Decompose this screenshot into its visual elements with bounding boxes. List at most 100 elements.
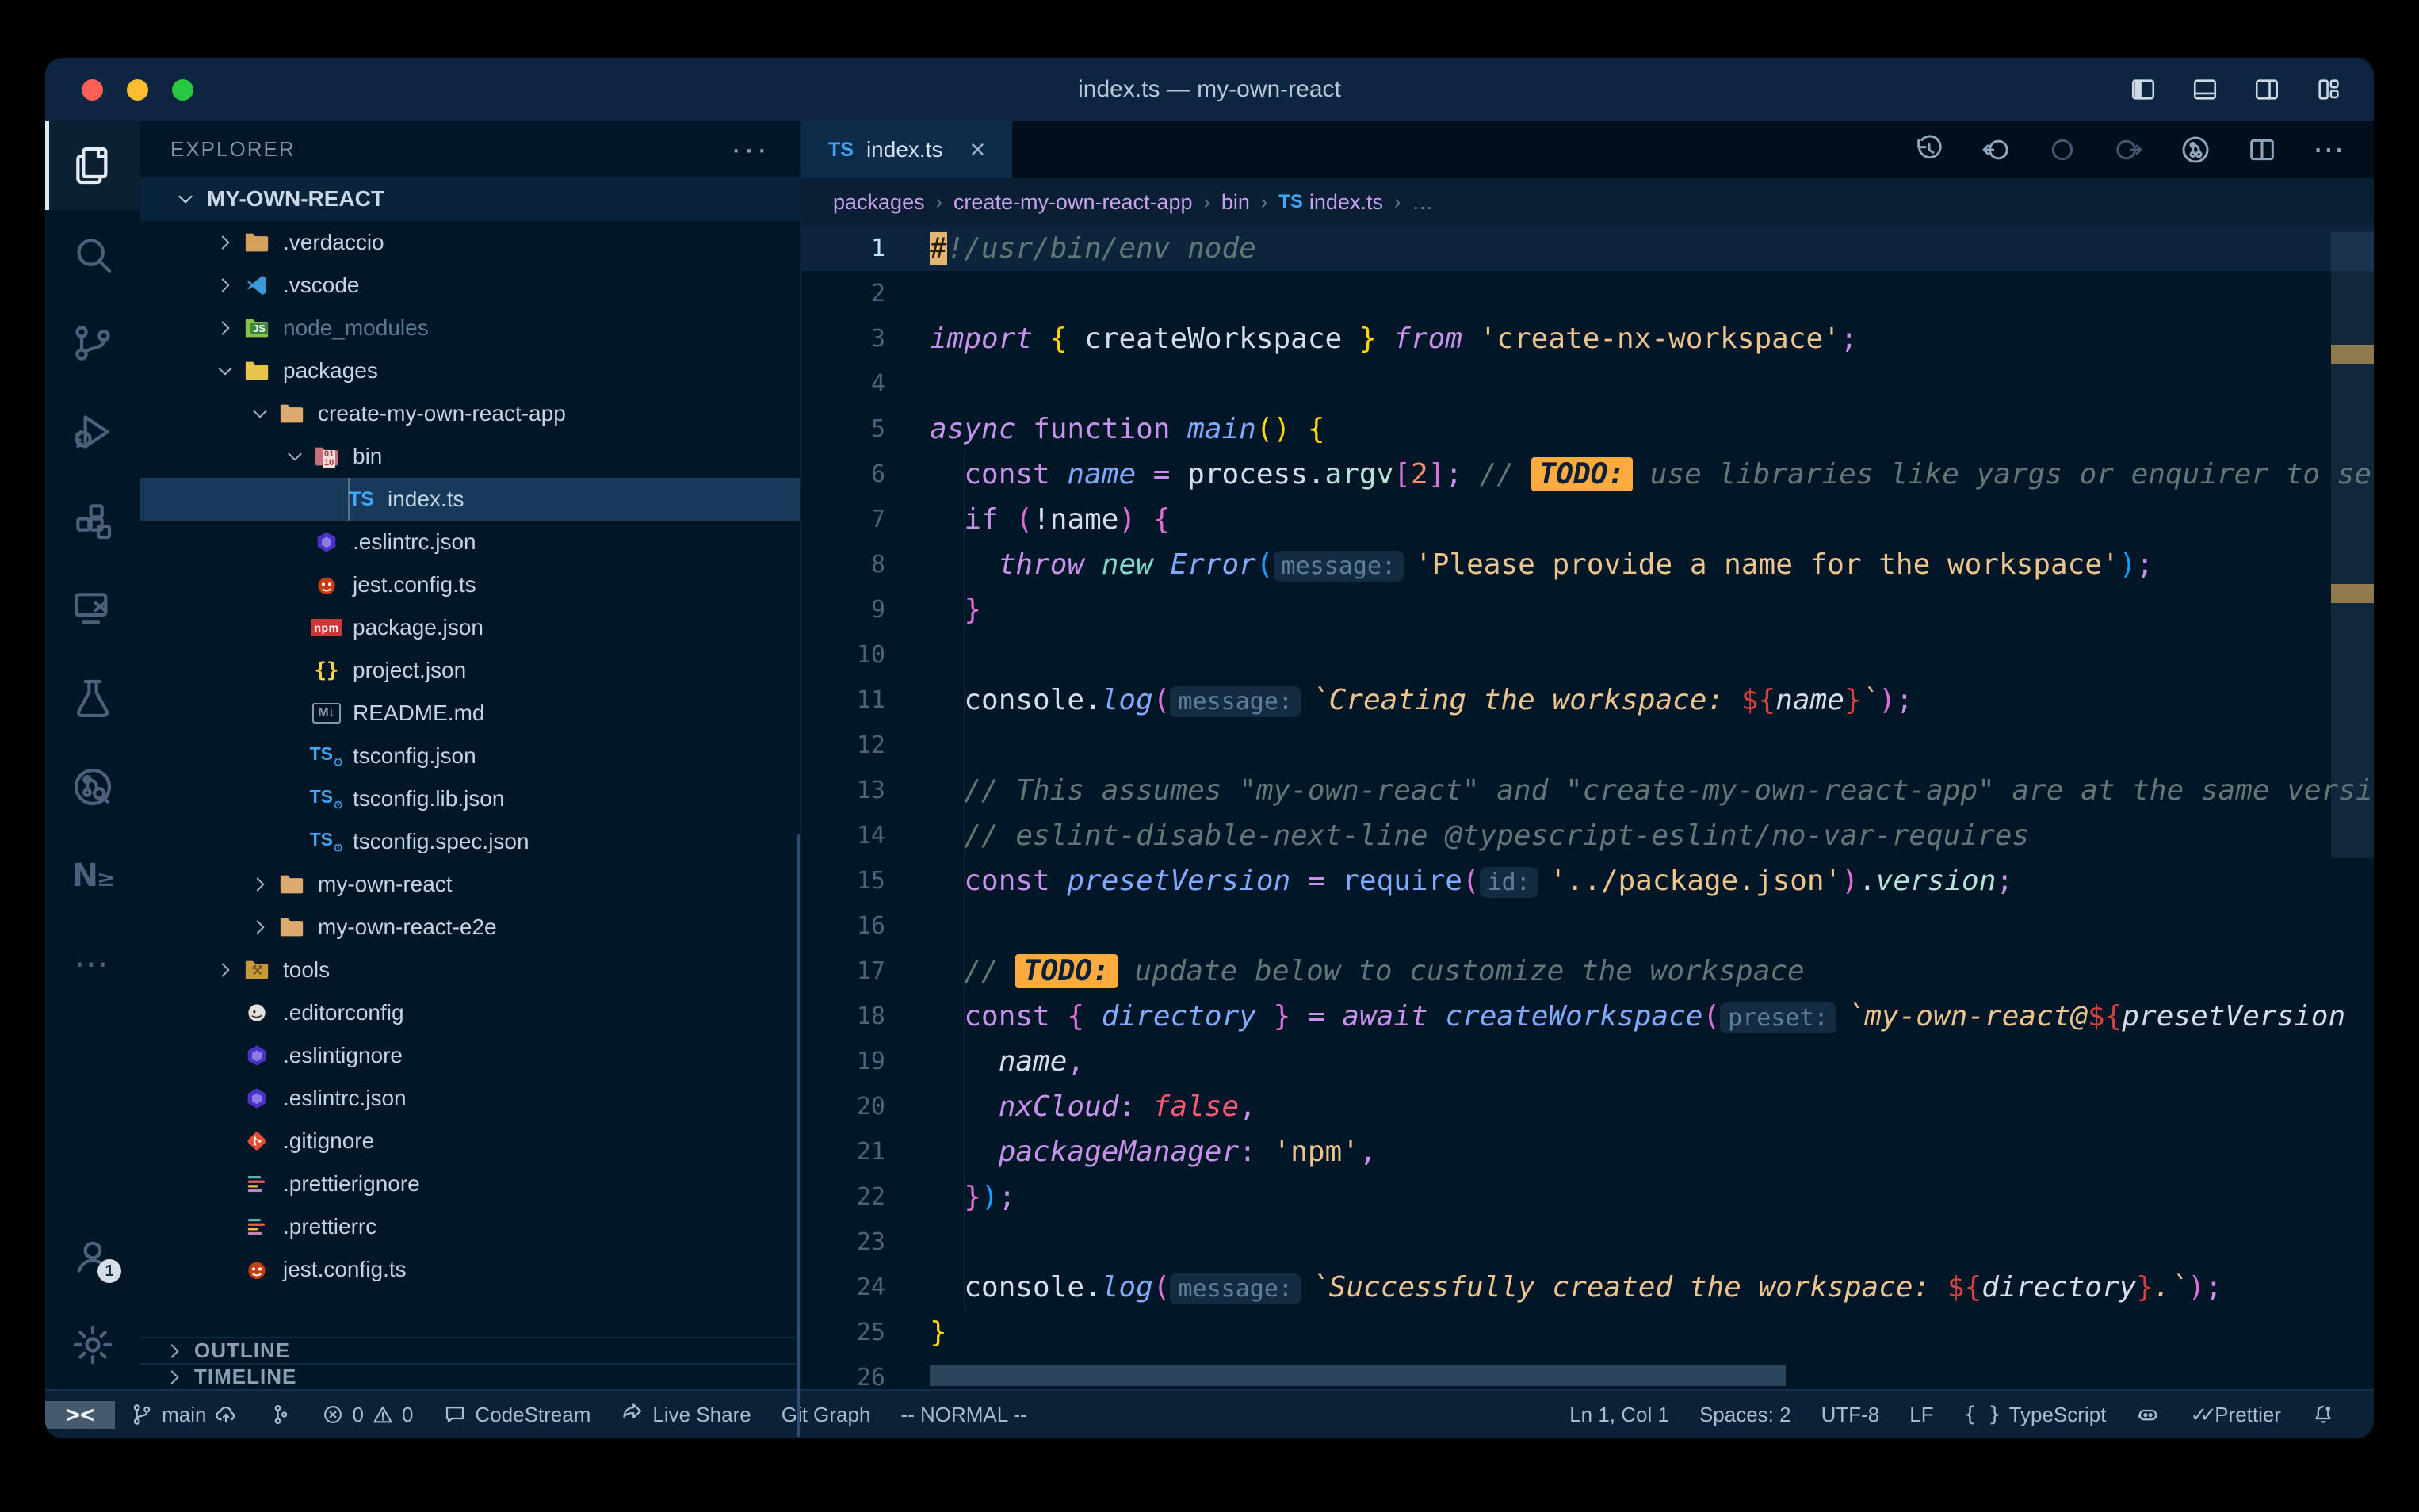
tree-item-bin[interactable]: 0110bin	[140, 435, 800, 478]
activity-bar-item-remote-explorer[interactable]	[45, 565, 140, 654]
tree-item-packages[interactable]: packages	[140, 349, 800, 392]
activity-bar-item-extensions[interactable]	[45, 476, 140, 565]
tree-item--eslintrc-json[interactable]: .eslintrc.json	[140, 1077, 800, 1120]
activity-bar-item-git-graph[interactable]	[45, 743, 140, 831]
activity-bar-item-accounts[interactable]: 1	[45, 1212, 140, 1300]
tree-item-my-own-react[interactable]: my-own-react	[140, 863, 800, 906]
extensions-icon	[71, 498, 115, 543]
prettier-status[interactable]: ✓✓ Prettier	[2175, 1391, 2296, 1438]
tree-item-package-json[interactable]: npmpackage.json	[140, 606, 800, 649]
breadcrumb-item-bin[interactable]: bin	[1221, 190, 1250, 215]
tab-index-ts[interactable]: TS index.ts ×	[801, 121, 1012, 178]
history-icon[interactable]	[1913, 134, 1945, 166]
activity-bar-item-more[interactable]: ⋯	[45, 920, 140, 1009]
sidebar-section-outline[interactable]: OUTLINE	[140, 1337, 800, 1363]
sidebar-scrollbar[interactable]	[797, 834, 800, 1437]
tree-item-jest-config-ts[interactable]: jest.config.ts	[140, 563, 800, 606]
tree-item-label: .vscode	[283, 273, 360, 298]
tree-item--vscode[interactable]: .vscode	[140, 264, 800, 307]
commits-status[interactable]	[253, 1391, 307, 1438]
folder-bin-icon: 0110	[311, 441, 342, 472]
git-graph-circle-icon[interactable]	[2180, 134, 2211, 166]
code-line-content: #!/usr/bin/env node	[885, 226, 1256, 271]
activity-bar-item-source-control[interactable]	[45, 299, 140, 388]
breadcrumb-item-create-my-own-react-app[interactable]: create-my-own-react-app	[953, 190, 1193, 215]
tree-item-my-own-react-e2e[interactable]: my-own-react-e2e	[140, 906, 800, 949]
code-line-content: }	[885, 587, 981, 632]
git-graph-status[interactable]: Git Graph	[766, 1391, 886, 1438]
sidebar-title: EXPLORER	[170, 137, 296, 162]
navigate-back-icon[interactable]	[1980, 134, 2012, 166]
vertical-scrollbar[interactable]	[2331, 232, 2374, 858]
code-token	[930, 774, 964, 807]
tree-item--editorconfig[interactable]: .editorconfig	[140, 991, 800, 1034]
tree-item-jest-config-ts[interactable]: jest.config.ts	[140, 1248, 800, 1291]
more-actions-icon[interactable]: ⋯	[2313, 147, 2347, 153]
activity-bar-item-settings[interactable]	[45, 1300, 140, 1389]
code-token: createWorkspace	[1067, 323, 1359, 355]
eol-status[interactable]: LF	[1894, 1391, 1948, 1438]
tree-item--gitignore[interactable]: .gitignore	[140, 1120, 800, 1163]
tree-item--verdaccio[interactable]: .verdaccio	[140, 221, 800, 264]
remote-indicator[interactable]: ><	[45, 1401, 115, 1429]
activity-bar-item-search[interactable]	[45, 210, 140, 299]
toggle-secondary-sidebar-icon[interactable]	[2253, 76, 2280, 103]
notifications-bell[interactable]	[2296, 1391, 2350, 1438]
tree-root-my-own-react[interactable]: MY-OWN-REACT	[140, 177, 800, 221]
tree-item-create-my-own-react-app[interactable]: create-my-own-react-app	[140, 392, 800, 435]
activity-bar-item-testing[interactable]	[45, 654, 140, 743]
language-status[interactable]: { }TypeScript	[1949, 1391, 2122, 1438]
breadcrumb-item-index-ts[interactable]: TSindex.ts	[1278, 190, 1383, 215]
tree-item-tsconfig-json[interactable]: TS⚙tsconfig.json	[140, 735, 800, 777]
split-editor-icon[interactable]	[2246, 134, 2278, 166]
code-token	[1256, 1000, 1274, 1033]
tree-item-node-modules[interactable]: JSnode_modules	[140, 307, 800, 349]
indentation-status[interactable]: Spaces: 2	[1684, 1391, 1806, 1438]
tree-item-tsconfig-lib-json[interactable]: TS⚙tsconfig.lib.json	[140, 777, 800, 820]
code-token: :	[1118, 1090, 1152, 1123]
code-token: // This assumes "my-own-react" and "crea…	[964, 774, 2374, 807]
tree-item-label: .eslintrc.json	[353, 529, 476, 555]
tree-item--prettierignore[interactable]: .prettierignore	[140, 1163, 800, 1205]
navigate-forward-icon[interactable]	[2113, 134, 2145, 166]
breadcrumb-item-packages[interactable]: packages	[833, 190, 925, 215]
live-share-status[interactable]: Live Share	[606, 1391, 766, 1438]
tree-item-tsconfig-spec-json[interactable]: TS⚙tsconfig.spec.json	[140, 820, 800, 863]
copilot-status[interactable]	[2121, 1391, 2175, 1438]
activity-bar-item-explorer[interactable]	[45, 121, 140, 210]
encoding-status[interactable]: UTF-8	[1806, 1391, 1895, 1438]
editor-group: TS index.ts × ⋯ packages›create-my-own-r…	[801, 121, 2374, 1389]
activity-bar-item-nx-console[interactable]: N≥	[45, 831, 140, 920]
account-badge: 1	[97, 1259, 121, 1283]
tree-item--prettierrc[interactable]: .prettierrc	[140, 1205, 800, 1248]
toggle-panel-icon[interactable]	[2192, 76, 2218, 103]
tree-item--eslintrc-json[interactable]: .eslintrc.json	[140, 521, 800, 563]
tree-item-tools[interactable]: ⚒tools	[140, 949, 800, 991]
tree-item-readme-md[interactable]: M↓README.md	[140, 692, 800, 735]
tree-item-project-json[interactable]: {}project.json	[140, 649, 800, 692]
branch-status[interactable]: main	[115, 1391, 253, 1438]
vim-mode-status[interactable]: -- NORMAL --	[885, 1391, 1041, 1438]
codestream-status[interactable]: CodeStream	[428, 1391, 606, 1438]
horizontal-scrollbar[interactable]	[930, 1365, 1786, 1386]
close-tab-icon[interactable]: ×	[969, 135, 985, 166]
run-circle-icon[interactable]	[2046, 134, 2078, 166]
problems-status[interactable]: 00	[307, 1391, 428, 1438]
code-token: ;	[1996, 865, 2013, 897]
toggle-primary-sidebar-icon[interactable]	[2130, 76, 2157, 103]
tree-item--eslintignore[interactable]: .eslintignore	[140, 1034, 800, 1077]
cursor-position-status[interactable]: Ln 1, Col 1	[1554, 1391, 1684, 1438]
sidebar-section-timeline[interactable]: TIMELINE	[140, 1363, 800, 1389]
code-editor[interactable]: 1#!/usr/bin/env node23import { createWor…	[801, 226, 2374, 1389]
breadcrumb-item--[interactable]: …	[1412, 190, 1433, 215]
code-token: `my-own-react@	[1848, 1000, 2088, 1033]
sidebar-more-actions[interactable]: ···	[731, 141, 770, 157]
code-token: }	[964, 1181, 981, 1213]
line-number: 6	[801, 452, 885, 497]
tree-item-index-ts[interactable]: TSindex.ts	[140, 478, 800, 521]
activity-bar: N≥⋯ 1	[45, 121, 140, 1389]
code-line-content: // This assumes "my-own-react" and "crea…	[885, 768, 2374, 813]
customize-layout-icon[interactable]	[2315, 76, 2342, 103]
code-line-content	[885, 903, 930, 949]
activity-bar-item-run-and-debug[interactable]	[45, 388, 140, 476]
